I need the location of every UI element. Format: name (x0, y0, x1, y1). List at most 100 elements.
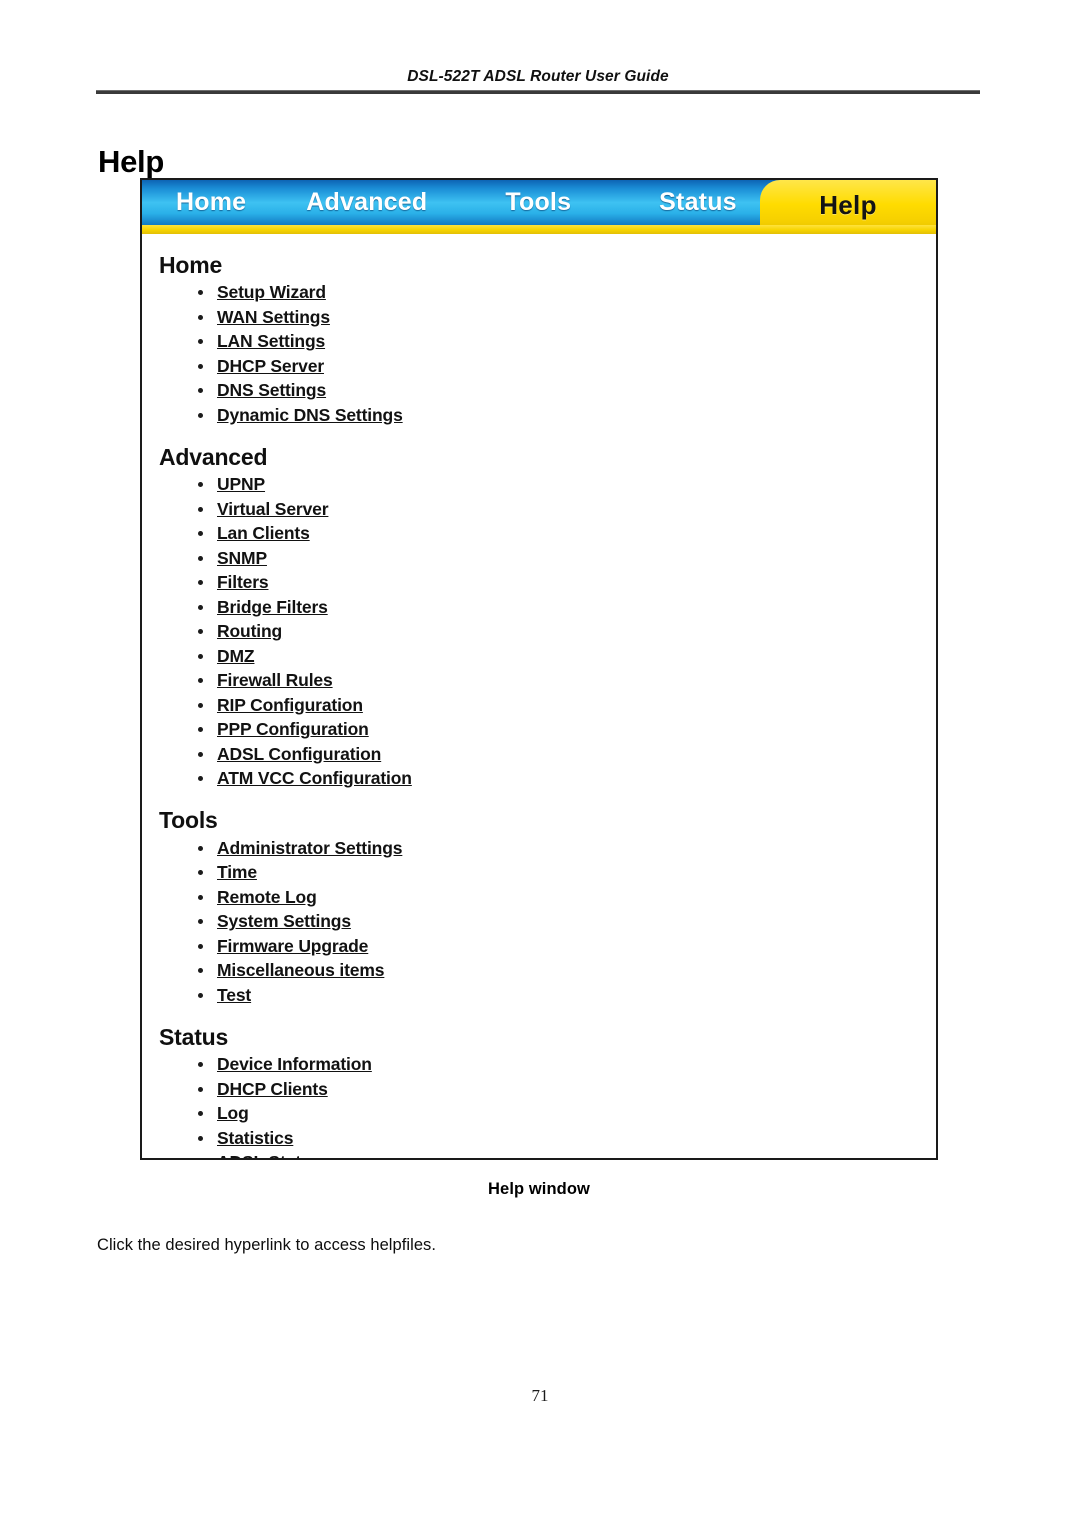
bullet-icon (198, 412, 203, 418)
help-link-dns-settings[interactable]: DNS Settings (217, 380, 326, 400)
help-link-lan-settings[interactable]: LAN Settings (217, 331, 325, 351)
help-link-atm-vcc-configuration[interactable]: ATM VCC Configuration (217, 768, 412, 788)
bullet-icon (198, 363, 203, 369)
help-section-tools: Tools Administrator Settings Time Remote… (159, 807, 936, 1007)
list-item: RIP Configuration (196, 694, 936, 718)
help-section-home-list: Setup Wizard WAN Settings LAN Settings D… (159, 281, 936, 428)
help-link-miscellaneous-items[interactable]: Miscellaneous items (217, 960, 385, 980)
bullet-icon (198, 776, 203, 782)
navbar-yellow-strip (142, 225, 936, 234)
list-item: Device Information (196, 1053, 936, 1077)
bullet-icon (198, 919, 203, 925)
help-link-wan-settings[interactable]: WAN Settings (217, 307, 330, 327)
help-link-dhcp-server[interactable]: DHCP Server (217, 356, 324, 376)
bullet-icon (198, 678, 203, 684)
help-section-status-list: Device Information DHCP Clients Log Stat… (159, 1053, 936, 1158)
list-item: Virtual Server (196, 498, 936, 522)
help-section-advanced: Advanced UPNP Virtual Server Lan Clients… (159, 444, 936, 791)
list-item: ADSL Status (196, 1151, 936, 1158)
bullet-icon (198, 482, 203, 488)
help-section-home-heading: Home (159, 252, 223, 278)
help-link-upnp[interactable]: UPNP (217, 474, 265, 494)
bullet-icon (198, 388, 203, 394)
help-link-administrator-settings[interactable]: Administrator Settings (217, 838, 402, 858)
bullet-icon (198, 1062, 203, 1068)
list-item: ADSL Configuration (196, 743, 936, 767)
help-link-lan-clients[interactable]: Lan Clients (217, 523, 310, 543)
list-item: PPP Configuration (196, 718, 936, 742)
bullet-icon (198, 1135, 203, 1141)
help-link-virtual-server[interactable]: Virtual Server (217, 499, 329, 519)
help-link-statistics[interactable]: Statistics (217, 1128, 293, 1148)
list-item: Administrator Settings (196, 837, 936, 861)
help-section-home: Home Setup Wizard WAN Settings LAN Setti… (159, 252, 936, 428)
list-item: Lan Clients (196, 522, 936, 546)
nav-tab-status[interactable]: Status (615, 180, 771, 225)
bullet-icon (198, 751, 203, 757)
nav-tab-advanced[interactable]: Advanced (280, 180, 457, 225)
list-item: Statistics (196, 1127, 936, 1151)
help-link-firmware-upgrade[interactable]: Firmware Upgrade (217, 936, 368, 956)
help-section-advanced-list: UPNP Virtual Server Lan Clients SNMP Fil… (159, 473, 936, 791)
running-header: DSL-522T ADSL Router User Guide (96, 68, 980, 94)
help-link-device-information[interactable]: Device Information (217, 1054, 372, 1074)
bullet-icon (198, 727, 203, 733)
help-link-adsl-status[interactable]: ADSL Status (217, 1152, 321, 1158)
help-link-test[interactable]: Test (217, 985, 251, 1005)
bullet-icon (198, 968, 203, 974)
nav-tab-home[interactable]: Home (142, 180, 280, 225)
help-link-rip-configuration[interactable]: RIP Configuration (217, 695, 363, 715)
router-navbar: Home Advanced Tools Status Help (142, 180, 936, 234)
list-item: Bridge Filters (196, 596, 936, 620)
body-paragraph: Click the desired hyperlink to access he… (97, 1235, 436, 1254)
list-item: System Settings (196, 910, 936, 934)
bullet-icon (198, 290, 203, 296)
help-link-log[interactable]: Log (217, 1103, 249, 1123)
nav-tab-help-label: Help (819, 189, 877, 220)
nav-tab-tools[interactable]: Tools (457, 180, 615, 225)
list-item: Filters (196, 571, 936, 595)
help-link-setup-wizard[interactable]: Setup Wizard (217, 282, 326, 302)
bullet-icon (198, 653, 203, 659)
page-title: Help (98, 143, 164, 179)
bullet-icon (198, 845, 203, 851)
list-item: Time (196, 861, 936, 885)
help-section-tools-list: Administrator Settings Time Remote Log S… (159, 837, 936, 1008)
help-link-filters[interactable]: Filters (217, 572, 269, 592)
list-item: Dynamic DNS Settings (196, 404, 936, 428)
help-section-advanced-heading: Advanced (159, 443, 268, 470)
list-item: DHCP Server (196, 355, 936, 379)
list-item: UPNP (196, 473, 936, 497)
bullet-icon (198, 1086, 203, 1092)
help-link-dhcp-clients[interactable]: DHCP Clients (217, 1079, 328, 1099)
help-link-system-settings[interactable]: System Settings (217, 911, 351, 931)
list-item: DHCP Clients (196, 1078, 936, 1102)
help-link-snmp[interactable]: SNMP (217, 548, 267, 568)
help-link-routing[interactable]: Routing (217, 621, 282, 641)
bullet-icon (198, 992, 203, 998)
nav-tab-tools-label: Tools (505, 188, 572, 216)
help-link-ppp-configuration[interactable]: PPP Configuration (217, 719, 369, 739)
help-section-status: Status Device Information DHCP Clients L… (159, 1024, 936, 1158)
bullet-icon (198, 580, 203, 586)
help-link-adsl-configuration[interactable]: ADSL Configuration (217, 744, 381, 764)
list-item: DNS Settings (196, 379, 936, 403)
bullet-icon (198, 339, 203, 345)
bullet-icon (198, 531, 203, 537)
list-item: Remote Log (196, 886, 936, 910)
header-rule (96, 90, 980, 94)
list-item: Test (196, 984, 936, 1008)
help-link-bridge-filters[interactable]: Bridge Filters (217, 597, 328, 617)
bullet-icon (198, 943, 203, 949)
running-header-text: DSL-522T ADSL Router User Guide (407, 68, 669, 85)
bullet-icon (198, 314, 203, 320)
bullet-icon (198, 506, 203, 512)
help-link-dynamic-dns-settings[interactable]: Dynamic DNS Settings (217, 405, 403, 425)
bullet-icon (198, 702, 203, 708)
help-link-dmz[interactable]: DMZ (217, 646, 255, 666)
help-link-firewall-rules[interactable]: Firewall Rules (217, 670, 333, 690)
list-item: Log (196, 1102, 936, 1126)
help-link-time[interactable]: Time (217, 862, 257, 882)
list-item: LAN Settings (196, 330, 936, 354)
help-link-remote-log[interactable]: Remote Log (217, 887, 317, 907)
